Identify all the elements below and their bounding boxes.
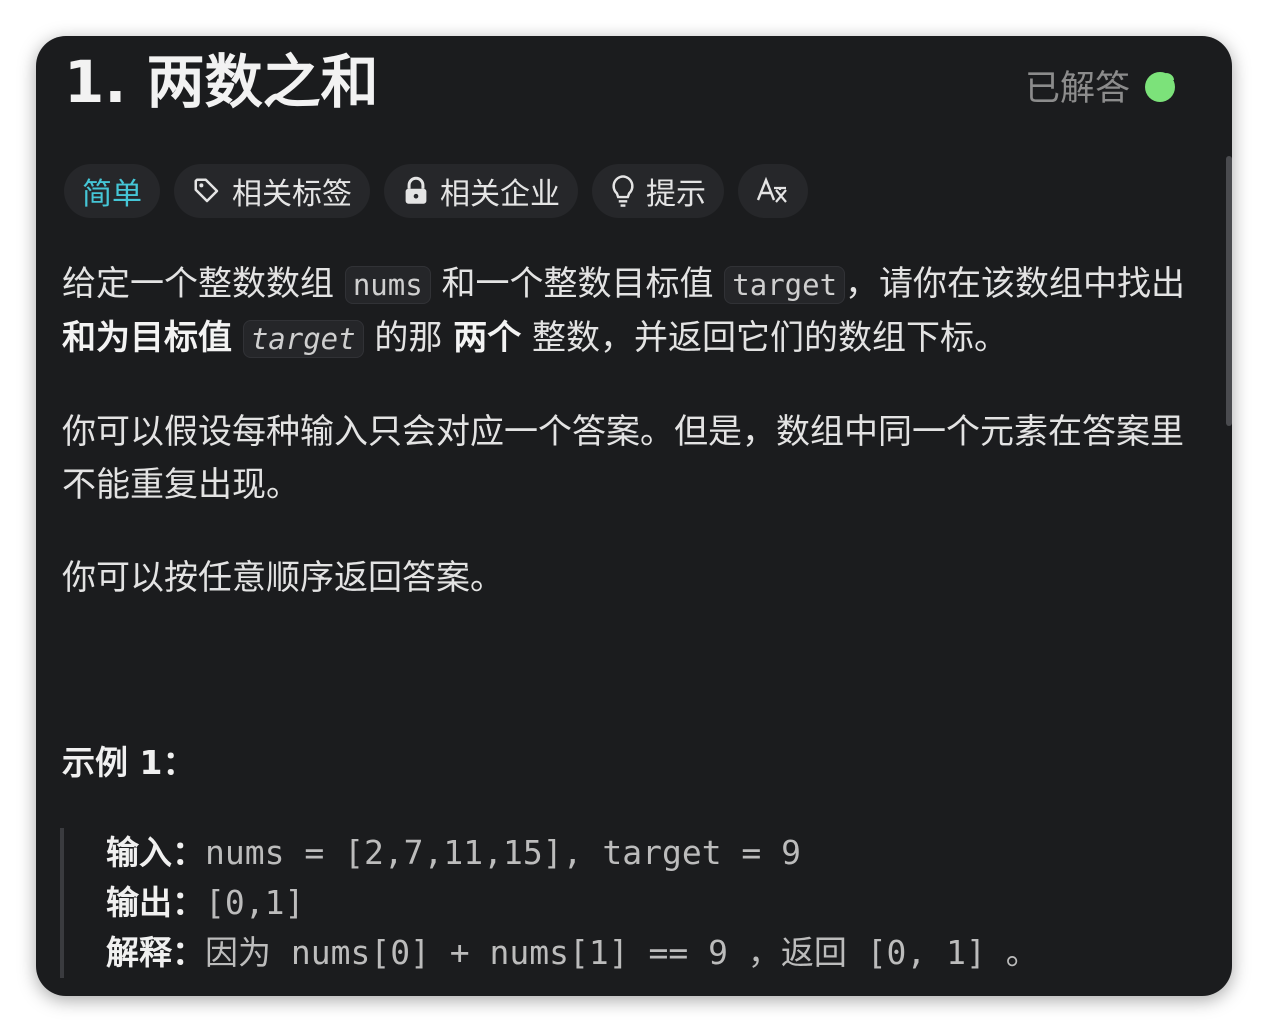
related-companies-button[interactable]: 相关企业	[384, 164, 578, 218]
example-explain-line: 解释：因为 nums[0] + nums[1] == 9 ，返回 [0, 1] …	[106, 928, 1206, 978]
difficulty-badge: 简单	[64, 164, 160, 218]
problem-description: 给定一个整数数组 nums 和一个整数目标值 target ，请你在该数组中找出 …	[62, 258, 1192, 645]
hints-button[interactable]: 提示	[592, 164, 724, 218]
description-paragraph-3: 你可以按任意顺序返回答案。	[62, 558, 504, 598]
output-label: 输出：	[106, 883, 205, 922]
example-title: 示例 1：	[62, 743, 196, 782]
example-input-line: 输入：nums = [2,7,11,15], target = 9	[106, 828, 1206, 878]
translate-icon	[756, 176, 787, 203]
input-label: 输入：	[106, 833, 205, 872]
tag-bar: 简单 相关标签 相关企业 提示	[64, 164, 808, 218]
example-output-line: 输出：[0,1]	[106, 878, 1206, 928]
solved-check-icon	[1145, 71, 1175, 102]
code-target: target	[724, 266, 846, 304]
output-value: [0,1]	[205, 883, 305, 922]
description-paragraph-2: 你可以假设每种输入只会对应一个答案。但是，数组中同一个元素在答案里不能重复出现。	[62, 412, 1184, 505]
solved-label: 已解答	[1024, 69, 1130, 109]
explain-label: 解释：	[106, 933, 205, 972]
description-paragraph-1: 给定一个整数数组 nums 和一个整数目标值 target ，请你在该数组中找出 …	[62, 258, 1192, 366]
problem-panel: 1. 两数之和 已解答 简单 相关标签 相关企业 提示 给定一个整数数组 num…	[36, 36, 1232, 996]
desc-text: 和一个整数目标值	[430, 264, 725, 304]
desc-text: ，请你在该数组中找出	[845, 264, 1186, 304]
desc-text: 给定一个整数数组	[62, 264, 345, 304]
desc-text: 整数，并返回它们的数组下标。	[521, 318, 1009, 358]
desc-text: 的那	[363, 318, 454, 358]
input-value: nums = [2,7,11,15], target = 9	[205, 833, 802, 872]
scrollbar[interactable]	[1226, 156, 1232, 426]
problem-title: 1. 两数之和	[64, 48, 379, 116]
difficulty-label: 简单	[82, 177, 142, 212]
lightbulb-icon	[612, 175, 634, 207]
code-target-italic: target	[242, 320, 364, 358]
tag-icon	[194, 178, 219, 203]
related-topics-label: 相关标签	[232, 177, 352, 212]
related-topics-button[interactable]: 相关标签	[174, 164, 370, 218]
related-companies-label: 相关企业	[440, 177, 560, 212]
lock-icon	[405, 176, 427, 204]
hints-label: 提示	[646, 177, 706, 212]
desc-bold-two: 两个	[453, 318, 522, 358]
example-block: 输入：nums = [2,7,11,15], target = 9 输出：[0,…	[60, 828, 1206, 978]
code-nums: nums	[344, 266, 431, 304]
translate-button[interactable]	[738, 164, 808, 218]
desc-bold-sum: 和为目标值	[62, 318, 232, 358]
solved-status: 已解答	[1025, 60, 1178, 111]
explain-value: 因为 nums[0] + nums[1] == 9 ，返回 [0, 1] 。	[205, 933, 1039, 972]
